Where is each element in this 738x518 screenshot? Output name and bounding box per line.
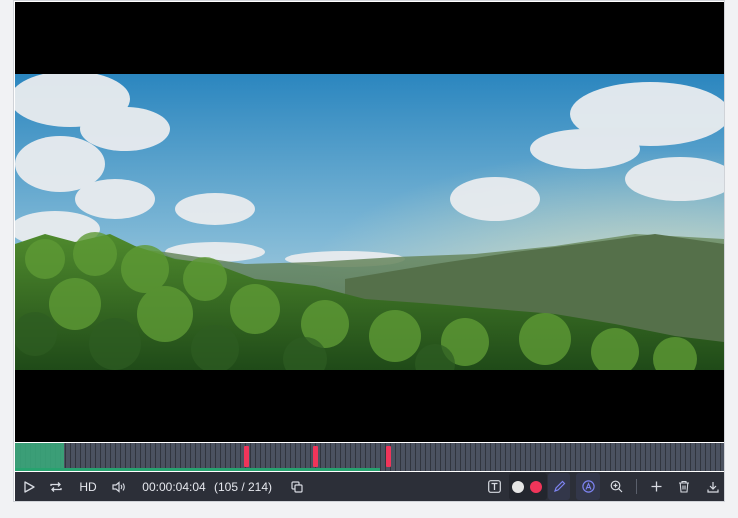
add-icon[interactable] [646, 472, 666, 501]
download-icon[interactable] [703, 472, 723, 501]
timeline-played-region [15, 443, 64, 471]
shape-tool-icon[interactable] [578, 472, 598, 501]
toolbar-divider [636, 479, 637, 494]
zoom-in-icon[interactable] [606, 472, 626, 501]
color-swatch-red[interactable] [528, 472, 544, 501]
timecode: 00:00:04:04 [142, 479, 206, 494]
timeline-frame-ticks [15, 443, 724, 471]
video-frame [15, 74, 724, 370]
color-swatch-white[interactable] [510, 472, 526, 501]
text-tool-icon[interactable] [484, 472, 504, 501]
video-viewport[interactable] [15, 2, 724, 442]
timeline-marker[interactable] [386, 446, 391, 467]
player-toolbar: HD 00:00:04:04 (105 / 214) [15, 472, 724, 501]
timeline-progress-bar [15, 468, 380, 471]
quality-toggle[interactable]: HD [77, 472, 99, 501]
copy-icon[interactable] [287, 472, 307, 501]
frame-counter: (105 / 214) [213, 479, 273, 494]
volume-icon[interactable] [109, 472, 129, 501]
loop-icon[interactable] [46, 472, 66, 501]
timeline-marker[interactable] [313, 446, 318, 467]
timeline-marker[interactable] [244, 446, 249, 467]
play-icon[interactable] [19, 472, 39, 501]
trash-icon[interactable] [674, 472, 694, 501]
timeline-track[interactable] [15, 443, 724, 471]
pen-icon[interactable] [549, 472, 569, 501]
